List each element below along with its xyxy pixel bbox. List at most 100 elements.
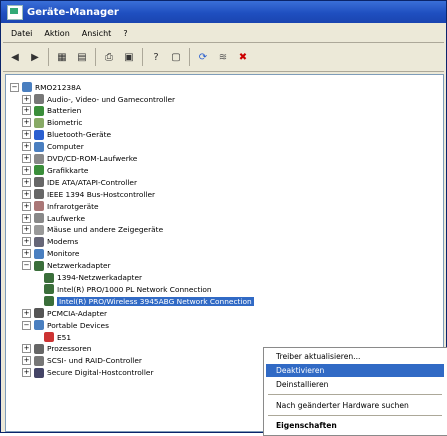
tree-item-label: E51 [57,332,72,342]
expand-icon[interactable]: + [22,308,31,318]
device-icon [34,343,44,354]
tree-item[interactable]: + Prozessoren [22,343,91,355]
tree-item[interactable]: + Secure Digital-Hostcontroller [22,367,153,379]
tree-item[interactable]: + Audio-, Video- und Gamecontroller [22,93,175,105]
menu-help[interactable]: ? [117,29,133,38]
help-icon[interactable]: ? [148,49,164,65]
expand-icon[interactable]: + [22,106,31,116]
tree-item-label: Portable Devices [47,320,109,330]
tree-item-label: 1394-Netzwerkadapter [57,273,143,282]
forward-icon[interactable]: ▶ [27,49,43,65]
tree-item[interactable]: + Grafikkarte [22,164,88,176]
menu-ansicht[interactable]: Ansicht [76,29,118,38]
computer-icon [22,82,32,92]
menu-properties[interactable]: Eigenschaften [266,419,444,432]
toolbar-separator [95,48,96,66]
tree-item[interactable]: + Computer [22,141,84,153]
tree-item-label: Modems [47,237,79,247]
device-icon [34,320,44,331]
menu-update-driver[interactable]: Treiber aktualisieren... [266,350,444,363]
uninstall-icon[interactable]: ≋ [215,49,231,65]
expand-icon[interactable]: + [22,142,31,152]
expand-icon[interactable]: + [22,201,31,211]
tree-item-label: Monitore [47,249,80,259]
collapse-icon[interactable]: − [22,320,31,330]
device-icon [44,296,54,307]
window-title: Geräte-Manager [27,6,119,18]
expand-icon[interactable]: + [22,94,31,104]
scan-icon[interactable]: ⟳ [195,49,211,65]
menu-disable[interactable]: Deaktivieren [266,364,444,377]
toolbar-separator [189,48,190,66]
expand-icon[interactable]: + [22,213,31,223]
expand-icon[interactable]: + [22,177,31,187]
tree-root[interactable]: − RMO21238A [10,81,81,93]
menu-aktion[interactable]: Aktion [38,29,75,38]
device-icon [34,260,44,271]
tree-item-label: Bluetooth-Geräte [47,130,112,140]
tree-item-label: Secure Digital-Hostcontroller [47,368,154,378]
tree-item-label: Netzwerkadapter [47,261,111,271]
tree-item[interactable]: + Infrarotgeräte [22,200,99,212]
collapse-icon[interactable]: − [22,261,31,271]
device-icon [34,213,44,223]
portable-device-item[interactable]: E51 [44,331,71,343]
back-icon[interactable]: ◀ [7,49,23,65]
tree-item[interactable]: + Monitore [22,248,79,260]
tree-item-label: Mäuse und andere Zeigegeräte [47,225,164,235]
menu-uninstall[interactable]: Deinstallieren [266,378,444,391]
tree-item-label: Grafikkarte [47,165,89,175]
network-adapter-item[interactable]: 1394-Netzwerkadapter [44,272,142,284]
computer-icon[interactable]: ▢ [168,49,184,65]
expand-icon[interactable]: + [22,356,31,366]
refresh-icon[interactable]: ▣ [121,49,137,65]
tree-item[interactable]: + Modems [22,236,78,248]
expand-icon[interactable]: + [22,249,31,259]
title-bar[interactable]: Geräte-Manager [1,1,446,23]
menu-datei[interactable]: Datei [1,29,38,38]
tree-item[interactable]: + IEEE 1394 Bus-Hostcontroller [22,188,155,200]
device-icon [34,105,44,116]
tree-item-label: IEEE 1394 Bus-Hostcontroller [47,189,156,199]
tree-item[interactable]: − Portable Devices [22,319,109,331]
tree-item[interactable]: + IDE ATA/ATAPI-Controller [22,176,137,188]
device-icon [34,308,44,319]
expand-icon[interactable]: + [22,344,31,354]
properties-icon[interactable]: ▤ [74,49,90,65]
print-icon[interactable]: ⎙ [101,49,117,65]
view-icon[interactable]: ▦ [54,49,70,65]
device-icon [34,177,44,188]
tree-item[interactable]: + DVD/CD-ROM-Laufwerke [22,153,137,165]
tree-root-label: RMO21238A [35,82,81,92]
device-icon [34,153,44,164]
expand-icon[interactable]: + [22,130,31,140]
tree-item-label: PCMCIA-Adapter [47,308,108,318]
network-adapter-item[interactable]: Intel(R) PRO/1000 PL Network Connection [44,283,212,295]
tree-item[interactable]: + Biometric [22,117,82,129]
expand-icon[interactable]: + [22,154,31,163]
expand-icon[interactable]: + [22,118,31,128]
disable-icon[interactable]: ✖ [235,49,251,65]
tree-item[interactable]: + Bluetooth-Geräte [22,129,111,141]
menu-separator [268,394,442,395]
expand-icon[interactable]: + [22,165,31,175]
device-icon [34,141,44,152]
expand-icon[interactable]: + [22,189,31,199]
network-adapter-item[interactable]: Intel(R) PRO/Wireless 3945ABG Network Co… [44,295,254,307]
tree-item-label: Infrarotgeräte [47,201,99,211]
tree-item-label: SCSI- und RAID-Controller [47,356,142,366]
tree-item[interactable]: − Netzwerkadapter [22,260,111,272]
expand-icon[interactable]: + [22,237,31,247]
tree-item[interactable]: + Laufwerke [22,212,85,224]
tree-item-label: Audio-, Video- und Gamecontroller [47,94,176,104]
menu-scan-hardware[interactable]: Nach geänderter Hardware suchen [266,399,444,412]
collapse-icon[interactable]: − [10,82,19,92]
tree-item[interactable]: + Batterien [22,105,81,117]
tree-item[interactable]: + PCMCIA-Adapter [22,307,107,319]
toolbar: ◀ ▶ ▦ ▤ ⎙ ▣ ? ▢ ⟳ ≋ ✖ [1,44,447,70]
expand-icon[interactable]: + [22,225,31,235]
tree-item[interactable]: + SCSI- und RAID-Controller [22,355,142,367]
tree-item[interactable]: + Mäuse und andere Zeigegeräte [22,224,163,236]
toolbar-separator [48,48,49,66]
expand-icon[interactable]: + [22,368,31,378]
